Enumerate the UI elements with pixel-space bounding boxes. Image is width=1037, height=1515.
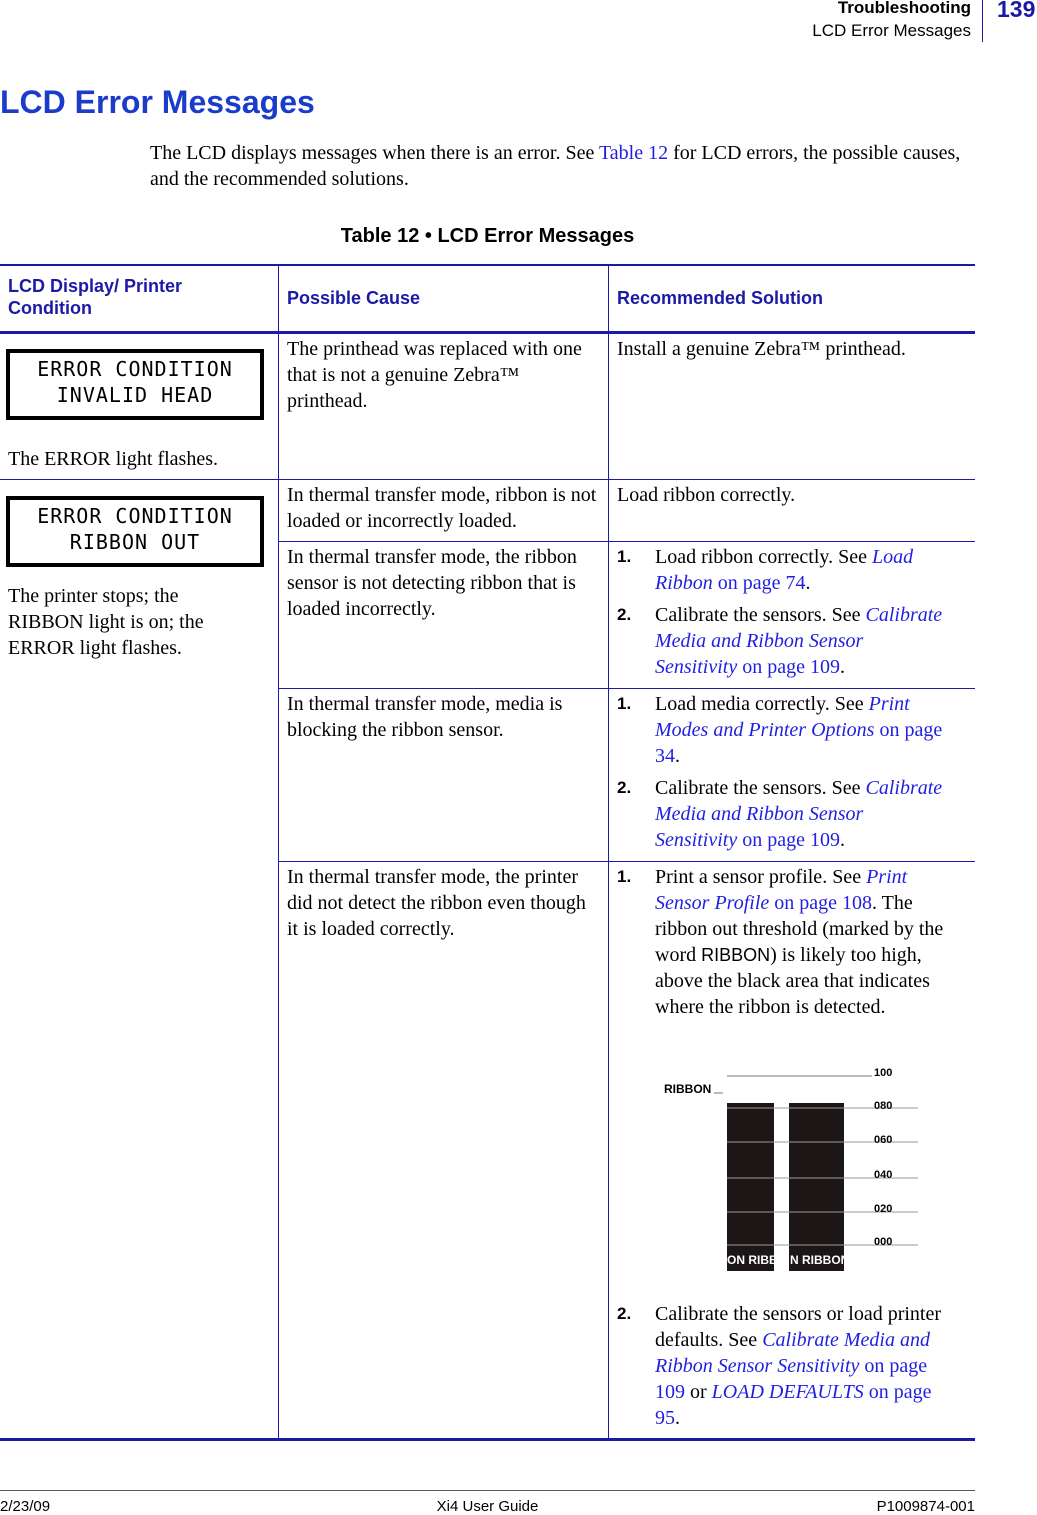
- solution-text: Load ribbon correctly.: [617, 484, 796, 506]
- col-header-possible-cause: Possible Cause: [287, 288, 421, 308]
- svg-text:040: 040: [874, 1169, 892, 1181]
- lcd-display-invalid-head: ERROR CONDITION INVALID HEAD: [6, 349, 264, 420]
- solution-steps: 2. Calibrate the sensors or load printer …: [617, 1301, 947, 1437]
- intro-text: The LCD displays messages when there is …: [150, 142, 599, 164]
- header-section: Troubleshooting: [837, 0, 971, 17]
- header-divider: [982, 0, 983, 42]
- lcd-display-ribbon-out: ERROR CONDITION RIBBON OUT: [6, 496, 264, 567]
- solution-steps: 1. Load media correctly. See Print Modes …: [617, 691, 947, 859]
- page-number: 139: [997, 0, 1036, 22]
- footer-guide: Xi4 User Guide: [436, 1498, 539, 1515]
- cause-text: In thermal transfer mode, media is block…: [287, 693, 563, 741]
- cause-text: The printhead was replaced with one that…: [287, 338, 582, 412]
- solution-step: 1. Print a sensor profile. See Print Sens…: [617, 866, 944, 1018]
- svg-text:080: 080: [874, 1100, 892, 1112]
- cause-text: In thermal transfer mode, the ribbon sen…: [287, 546, 577, 620]
- solution-step: 1. Load media correctly. See Print Modes …: [617, 693, 943, 767]
- svg-text:060: 060: [874, 1134, 892, 1146]
- table-link[interactable]: Table 12: [599, 142, 668, 164]
- solution-step: 2. Calibrate the sensors. See Calibrate M…: [617, 604, 943, 678]
- sensor-profile-image: RIBBON 100 080 060 040 020 000 ON RIBB N…: [664, 1067, 918, 1271]
- col-header-recommended-solution: Recommended Solution: [617, 288, 824, 308]
- svg-text:020: 020: [874, 1203, 892, 1215]
- cause-text: In thermal transfer mode, ribbon is not …: [287, 484, 597, 532]
- ribbon-threshold-label: RIBBON: [664, 1082, 711, 1096]
- cause-text: In thermal transfer mode, the printer di…: [287, 866, 586, 940]
- solution-step: 2. Calibrate the sensors or load printer …: [617, 1303, 942, 1429]
- condition-text: The ERROR light flashes.: [8, 448, 218, 470]
- svg-text:ON RIBB: ON RIBB: [727, 1253, 778, 1267]
- solution-step: 2. Calibrate the sensors. See Calibrate M…: [617, 777, 943, 851]
- profile-bar: [789, 1103, 844, 1271]
- header-subsection: LCD Error Messages: [812, 21, 971, 40]
- col-header-lcd-display: LCD Display/ Printer Condition: [8, 276, 183, 318]
- svg-text:100: 100: [874, 1067, 892, 1079]
- intro-paragraph: The LCD displays messages when there is …: [150, 140, 980, 192]
- footer-part-number: P1009874-001: [876, 1498, 975, 1515]
- condition-text: The printer stops; the RIBBON light is o…: [8, 585, 204, 659]
- profile-bar: [727, 1103, 774, 1271]
- solution-steps: 1. Print a sensor profile. See Print Sens…: [617, 864, 947, 1026]
- solution-steps: 1. Load ribbon correctly. See Load Ribbon…: [617, 544, 947, 686]
- svg-text:000: 000: [874, 1236, 892, 1248]
- page-title: LCD Error Messages: [0, 84, 315, 120]
- solution-step: 1. Load ribbon correctly. See Load Ribbon…: [617, 546, 914, 594]
- solution-text: Install a genuine Zebra™ printhead.: [617, 338, 906, 360]
- svg-text:N RIBBON: N RIBBON: [790, 1253, 849, 1267]
- table-caption: Table 12 • LCD Error Messages: [340, 225, 635, 247]
